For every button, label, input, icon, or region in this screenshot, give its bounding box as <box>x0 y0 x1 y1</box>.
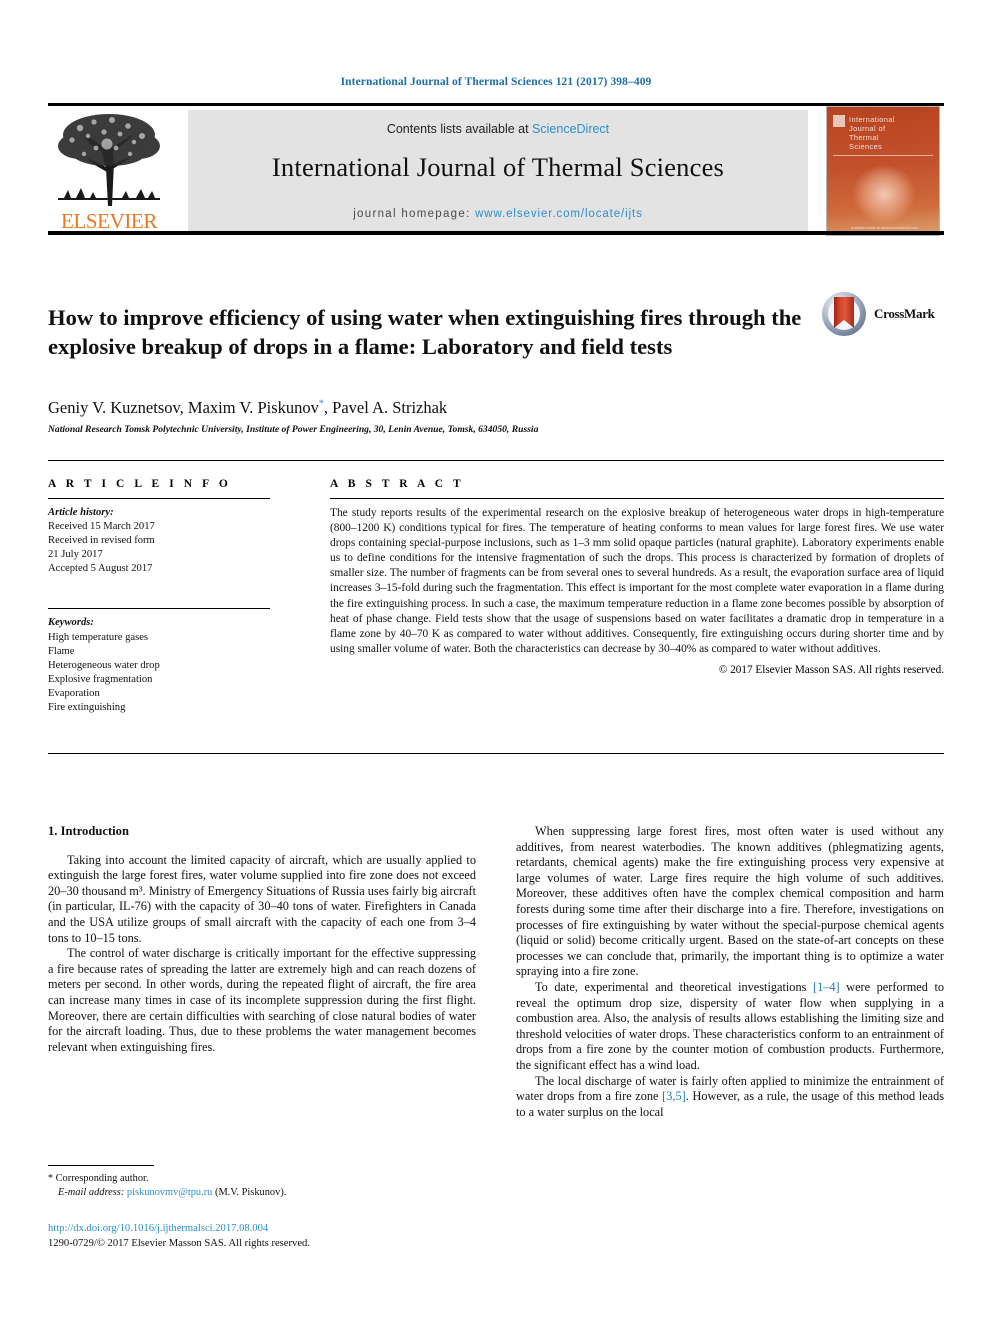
paragraph-text: To date, experimental and theoretical in… <box>535 979 813 994</box>
article-info-column: A R T I C L E I N F O Article history: R… <box>48 478 284 715</box>
running-head: International Journal of Thermal Science… <box>340 76 652 88</box>
email-line: E-mail address: piskunovmv@tpu.ru (M.V. … <box>48 1186 478 1200</box>
cover-title-line-4: Sciences <box>849 142 883 151</box>
masthead-top-rule <box>48 103 944 106</box>
issn-copyright-line: 1290-0729/© 2017 Elsevier Masson SAS. Al… <box>48 1237 310 1249</box>
cover-title-line-1: International <box>849 115 895 124</box>
authors-names-tail: , Pavel A. Strizhak <box>323 398 448 417</box>
keywords-rule <box>48 608 270 610</box>
cover-title-text: International Journal of Thermal Science… <box>849 115 895 151</box>
email-label: E-mail address: <box>58 1187 125 1198</box>
page-title: How to improve efficiency of using water… <box>48 305 802 360</box>
doi-block: http://dx.doi.org/10.1016/j.ijthermalsci… <box>48 1222 478 1251</box>
doi-link[interactable]: http://dx.doi.org/10.1016/j.ijthermalsci… <box>48 1222 478 1237</box>
keywords-block: Keywords: High temperature gases Flame H… <box>48 616 284 715</box>
article-info-heading: A R T I C L E I N F O <box>48 478 232 490</box>
info-band-top-rule <box>48 460 944 461</box>
journal-masthead: ELSEVIER Contents lists available at Sci… <box>48 103 944 236</box>
keyword-item: High temperature gases <box>48 631 149 643</box>
body-paragraph: The local discharge of water is fairly o… <box>516 1074 944 1121</box>
corresponding-author-label: Corresponding author. <box>55 1173 149 1184</box>
homepage-prefix: journal homepage: <box>353 208 476 220</box>
sciencedirect-link[interactable]: ScienceDirect <box>532 122 609 136</box>
author-list: Geniy V. Kuznetsov, Maxim V. Piskunov*, … <box>48 398 928 418</box>
corresponding-author-footnote: * Corresponding author. E-mail address: … <box>48 1172 478 1200</box>
authors-names: Geniy V. Kuznetsov, Maxim V. Piskunov <box>48 398 319 417</box>
cover-divider <box>833 155 933 156</box>
journal-title: International Journal of Thermal Science… <box>271 152 725 182</box>
cover-title-line-3: Thermal <box>849 133 879 142</box>
homepage-url-link[interactable]: www.elsevier.com/locate/ijts <box>475 208 643 220</box>
email-owner: (M.V. Piskunov). <box>214 1187 287 1198</box>
cover-artwork <box>853 165 915 223</box>
abstract-column: A B S T R A C T The study reports result… <box>330 478 944 676</box>
email-link[interactable]: piskunovmv@tpu.ru <box>127 1187 212 1198</box>
citation-reference[interactable]: [3,5] <box>662 1089 686 1103</box>
abstract-rule <box>330 498 944 499</box>
keyword-item: Evaporation <box>48 687 100 699</box>
section-heading-introduction: 1. Introduction <box>48 824 129 838</box>
history-line: Accepted 5 August 2017 <box>48 563 153 575</box>
body-paragraph: When suppressing large forest fires, mos… <box>516 824 944 980</box>
keyword-item: Heterogeneous water drop <box>48 659 160 671</box>
cover-footer-text: available online at www.sciencedirect.co… <box>851 226 919 230</box>
footnote-marker: * <box>48 1173 53 1184</box>
abstract-copyright: © 2017 Elsevier Masson SAS. All rights r… <box>718 663 944 676</box>
crossmark-badge[interactable]: CrossMark <box>822 292 944 338</box>
keyword-item: Explosive fragmentation <box>48 673 153 685</box>
contents-prefix: Contents lists available at <box>386 122 533 136</box>
abstract-heading: A B S T R A C T <box>330 478 465 490</box>
keyword-item: Fire extinguishing <box>48 702 126 714</box>
body-paragraph: The control of water discharge is critic… <box>48 946 476 1054</box>
article-history-block: Article history: Received 15 March 2017 … <box>48 506 284 576</box>
crossmark-icon <box>822 292 866 336</box>
paper-page: International Journal of Thermal Science… <box>0 0 992 1323</box>
body-column-left: 1. Introduction Taking into account the … <box>48 824 476 1055</box>
journal-homepage-line: journal homepage: www.elsevier.com/locat… <box>188 208 808 220</box>
footnote-rule <box>48 1165 154 1166</box>
elsevier-tree-icon <box>50 110 168 210</box>
author-affiliation: National Research Tomsk Polytechnic Univ… <box>48 424 539 435</box>
paragraph-text: When suppressing large forest fires, mos… <box>516 824 944 979</box>
contents-line: Contents lists available at ScienceDirec… <box>188 122 808 136</box>
elsevier-logo: ELSEVIER <box>50 110 168 234</box>
abstract-text: The study reports results of the experim… <box>330 507 944 655</box>
body-paragraph: To date, experimental and theoretical in… <box>516 980 944 1074</box>
history-line: Received in revised form <box>48 535 155 547</box>
corresponding-author-line: * Corresponding author. <box>48 1172 478 1186</box>
crossmark-label: CrossMark <box>874 306 935 321</box>
article-history-label: Article history: <box>48 507 114 518</box>
journal-cover-thumbnail: International Journal of Thermal Science… <box>826 106 940 236</box>
cover-title-line-2: Journal of <box>849 124 886 133</box>
history-line: 21 July 2017 <box>48 549 103 561</box>
body-paragraph: Taking into account the limited capacity… <box>48 852 476 945</box>
body-column-right: When suppressing large forest fires, mos… <box>516 824 944 1120</box>
citation-reference[interactable]: [1–4] <box>813 980 840 994</box>
cover-publisher-mark-icon <box>833 115 845 127</box>
article-info-rule <box>48 498 270 499</box>
masthead-panel: Contents lists available at ScienceDirec… <box>188 110 808 232</box>
masthead-bottom-rule <box>48 231 944 235</box>
info-band-bottom-rule <box>48 753 944 754</box>
history-line: Received 15 March 2017 <box>48 521 155 533</box>
keyword-item: Flame <box>48 645 75 657</box>
keywords-label: Keywords: <box>48 617 94 629</box>
